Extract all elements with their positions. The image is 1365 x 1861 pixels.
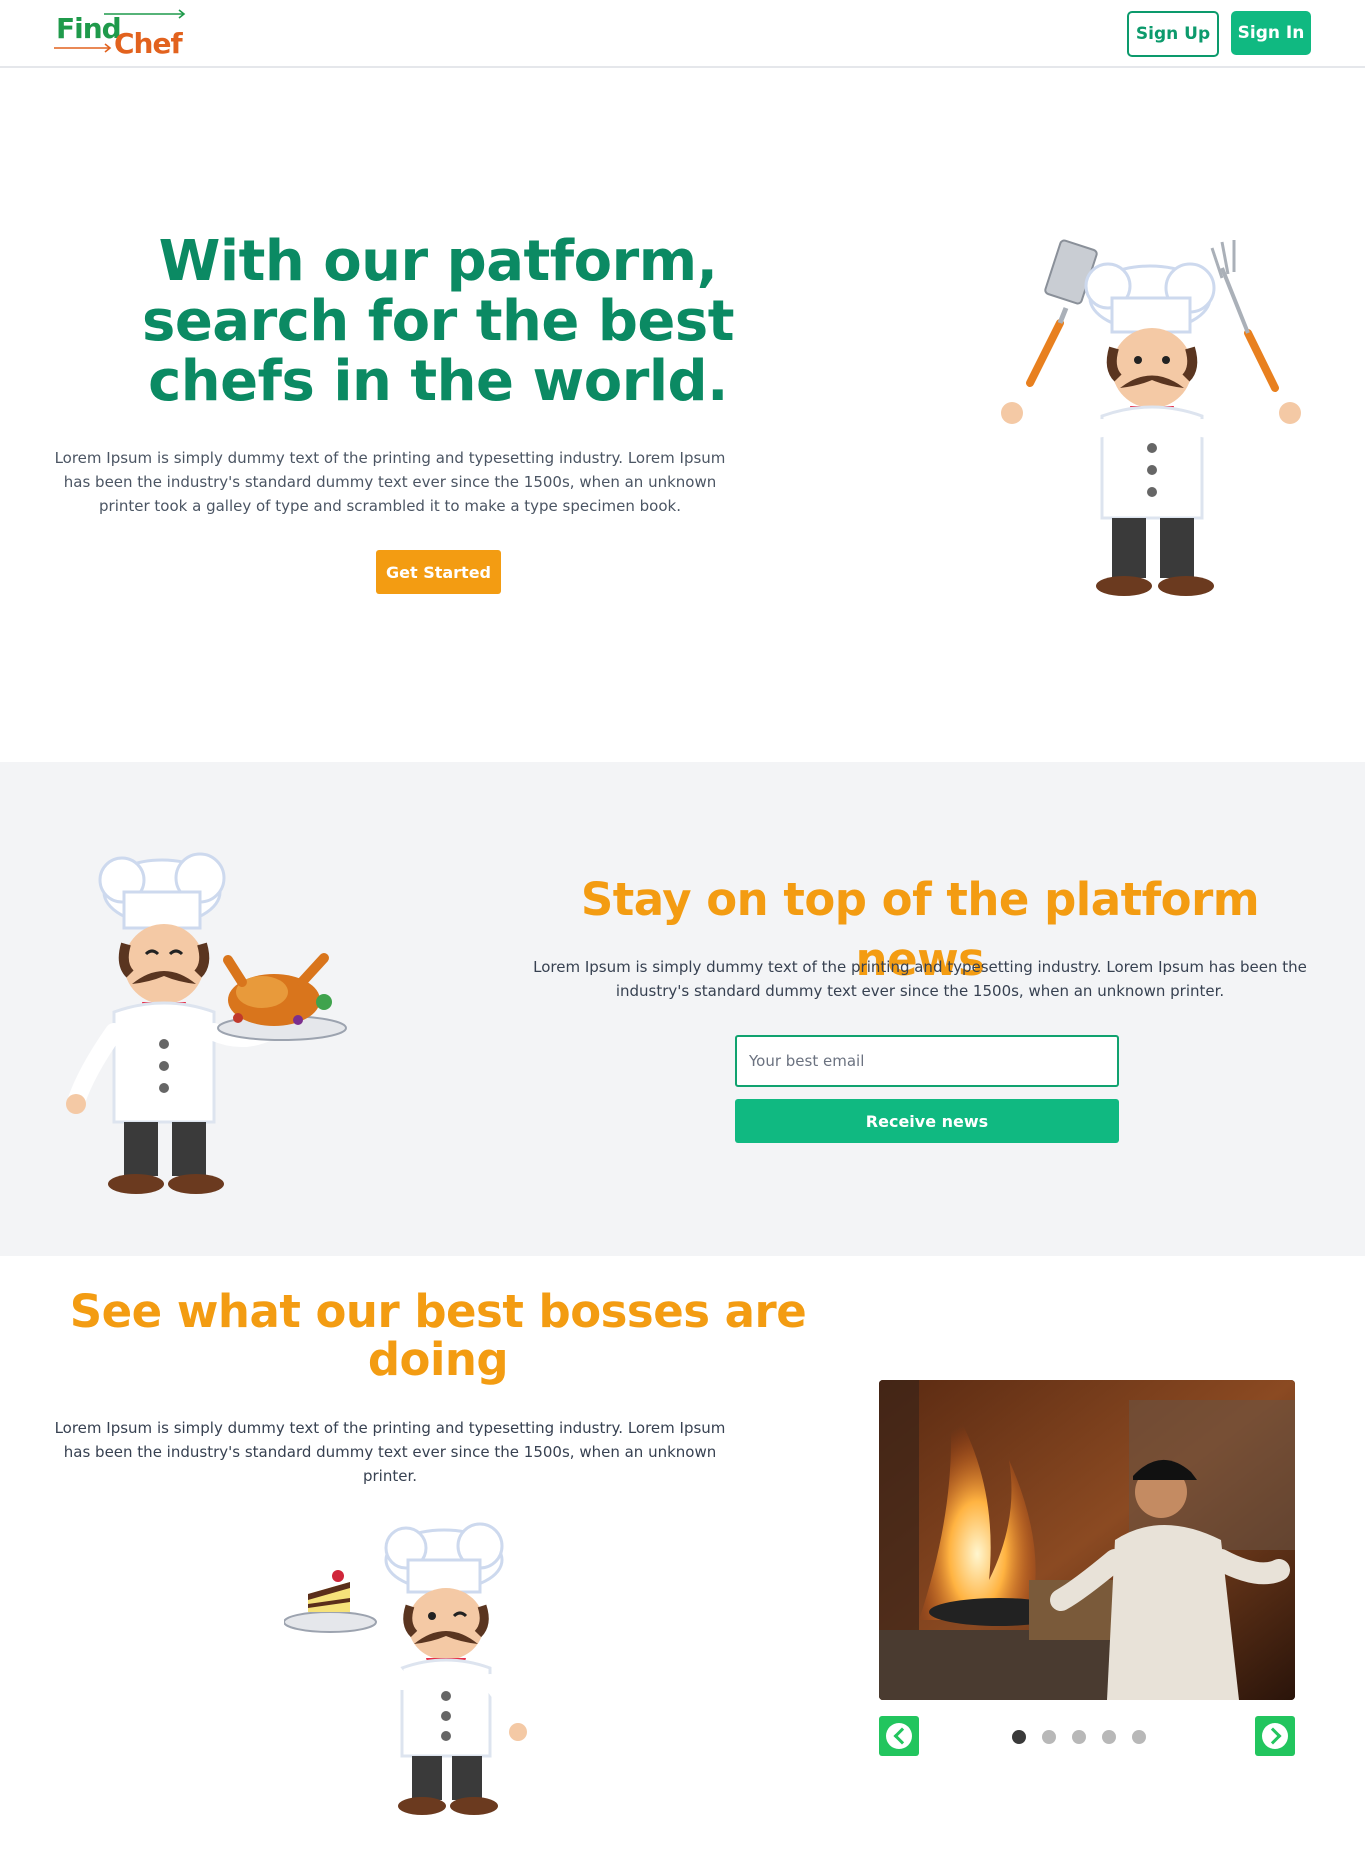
carousel-dot-5[interactable]: [1132, 1730, 1146, 1744]
logo-chef-text: Chef: [114, 27, 183, 60]
sign-in-button[interactable]: Sign In: [1231, 11, 1311, 55]
carousel-indicators: [1012, 1730, 1146, 1746]
get-started-button[interactable]: Get Started: [376, 550, 501, 594]
carousel-next-button[interactable]: [1255, 1716, 1295, 1756]
sign-up-button[interactable]: Sign Up: [1127, 11, 1219, 57]
chef-with-cake-illustration: [284, 1522, 527, 1815]
chevron-left-icon: [886, 1723, 912, 1749]
carousel-slide-image: [879, 1380, 1295, 1700]
carousel-dot-2[interactable]: [1042, 1730, 1056, 1744]
bosses-description: Lorem Ipsum is simply dummy text of the …: [54, 1419, 726, 1485]
top-navbar: Find Chef Sign Up Sign In: [0, 0, 1365, 68]
chef-with-utensils-illustration: [1001, 239, 1301, 596]
email-input[interactable]: [735, 1035, 1119, 1087]
news-description: Lorem Ipsum is simply dummy text of the …: [533, 958, 1307, 1000]
logo-find-text: Find: [56, 12, 122, 45]
findchef-logo[interactable]: Find Chef: [52, 8, 192, 60]
carousel-dot-1[interactable]: [1012, 1730, 1026, 1744]
chef-cooking-flames-photo: [879, 1380, 1295, 1700]
bosses-title: See what our best bosses are doing: [69, 1285, 807, 1386]
receive-news-button[interactable]: Receive news: [735, 1099, 1119, 1143]
hero-description: Lorem Ipsum is simply dummy text of the …: [54, 449, 726, 515]
carousel-dot-3[interactable]: [1072, 1730, 1086, 1744]
carousel-prev-button[interactable]: [879, 1716, 919, 1756]
chevron-right-icon: [1262, 1723, 1288, 1749]
carousel-dot-4[interactable]: [1102, 1730, 1116, 1744]
spatula-icon: [1026, 239, 1098, 387]
chef-with-turkey-illustration: [66, 852, 347, 1194]
fork-icon: [1210, 240, 1279, 392]
hero-title: With our patform, search for the best ch…: [141, 229, 735, 414]
